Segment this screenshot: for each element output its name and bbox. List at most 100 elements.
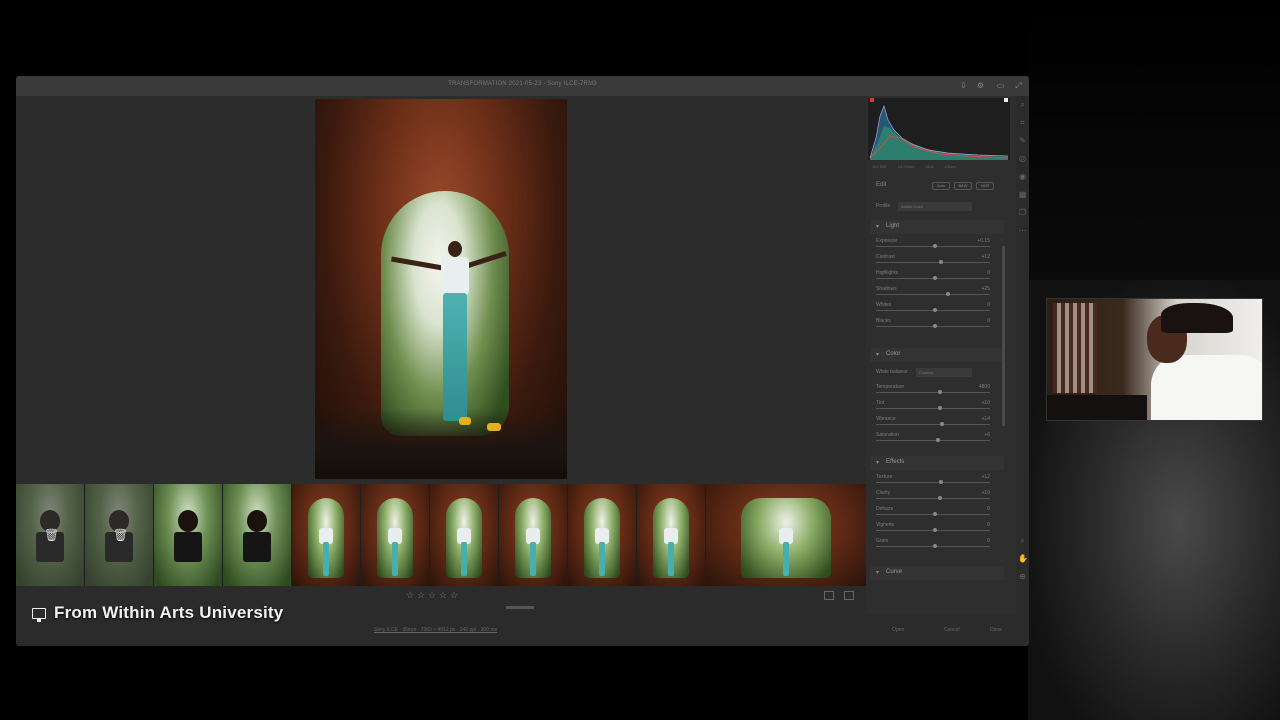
slider-knob[interactable] bbox=[940, 422, 944, 426]
slider-knob[interactable] bbox=[945, 292, 950, 296]
slider-knob[interactable] bbox=[938, 406, 942, 410]
slider-knob[interactable] bbox=[933, 244, 938, 248]
slider-value[interactable]: 0 bbox=[987, 506, 990, 512]
slider-track[interactable] bbox=[876, 482, 990, 483]
color-sampler-icon[interactable]: ⊕ bbox=[1018, 572, 1027, 581]
slider-value[interactable]: 0 bbox=[987, 302, 990, 308]
scrollbar-thumb[interactable] bbox=[506, 606, 534, 609]
more-icon[interactable]: ⋯ bbox=[1018, 226, 1027, 235]
star-icon[interactable]: ☆ bbox=[417, 590, 425, 601]
cancel-button[interactable]: Cancel bbox=[944, 627, 960, 633]
section-color[interactable]: ▾ Color bbox=[870, 348, 1004, 362]
slider-track[interactable] bbox=[876, 408, 990, 409]
slider-knob[interactable] bbox=[933, 276, 937, 280]
search-icon[interactable]: ⌕ bbox=[1018, 536, 1027, 545]
white-balance-select[interactable]: Custom bbox=[916, 368, 972, 377]
gear-icon[interactable]: ⚙ bbox=[976, 81, 985, 90]
slider-value[interactable]: 0 bbox=[987, 538, 990, 544]
slider-track[interactable] bbox=[876, 294, 990, 295]
slider-track[interactable] bbox=[876, 498, 990, 499]
panel-scrollbar[interactable] bbox=[1002, 246, 1005, 426]
cave-arch-thumb[interactable] bbox=[637, 484, 705, 586]
workflow-options-link[interactable]: Sony ILCE · 35mm · 7360 × 4912 px · 240 … bbox=[374, 627, 497, 633]
star-icon[interactable]: ☆ bbox=[428, 590, 436, 601]
hand-icon[interactable]: ✋ bbox=[1018, 554, 1028, 563]
adidas-shirt-thumb[interactable] bbox=[154, 484, 222, 586]
slider-blacks[interactable]: Blacks 0 bbox=[876, 318, 996, 330]
slider-saturation[interactable]: Saturation +6 bbox=[876, 432, 996, 444]
slider-knob[interactable] bbox=[936, 438, 940, 442]
slider-vibrance[interactable]: Vibrance +14 bbox=[876, 416, 996, 428]
zoom-icon[interactable]: ⌕ bbox=[1018, 100, 1027, 109]
star-icon[interactable]: ☆ bbox=[406, 590, 414, 601]
slider-value[interactable]: 4800 bbox=[979, 384, 990, 390]
slider-track[interactable] bbox=[876, 424, 990, 425]
filmstrip[interactable]: 🗑 🗑 bbox=[16, 484, 866, 586]
slider-clarity[interactable]: Clarity +10 bbox=[876, 490, 996, 502]
slider-value[interactable]: 0 bbox=[987, 318, 990, 324]
auto-button[interactable]: Auto bbox=[932, 182, 950, 190]
slider-knob[interactable] bbox=[933, 544, 937, 548]
cave-arch-wide-thumb[interactable] bbox=[706, 484, 866, 586]
redeye-icon[interactable]: ◉ bbox=[1018, 172, 1027, 181]
presets-icon[interactable]: ▦ bbox=[1018, 190, 1027, 199]
mask-icon[interactable]: ◎ bbox=[1018, 154, 1027, 163]
slider-value[interactable]: +12 bbox=[982, 474, 990, 480]
slider-track[interactable] bbox=[876, 392, 990, 393]
adidas-shirt-thumb[interactable]: 🗑 bbox=[85, 484, 153, 586]
slider-value[interactable]: +6 bbox=[984, 432, 990, 438]
cave-arch-thumb[interactable] bbox=[292, 484, 360, 586]
slider-whites[interactable]: Whites 0 bbox=[876, 302, 996, 314]
heal-icon[interactable]: ✎ bbox=[1018, 136, 1027, 145]
main-photo[interactable] bbox=[315, 99, 567, 479]
slider-texture[interactable]: Texture +12 bbox=[876, 474, 996, 486]
slider-track[interactable] bbox=[876, 262, 990, 263]
window-icon[interactable]: ▭ bbox=[996, 81, 1005, 90]
slider-temperature[interactable]: Temperature 4800 bbox=[876, 384, 996, 396]
slider-value[interactable]: +25 bbox=[982, 286, 990, 292]
slider-grain[interactable]: Grain 0 bbox=[876, 538, 996, 550]
slider-knob[interactable] bbox=[933, 324, 937, 328]
expand-icon[interactable]: ⤢ bbox=[1014, 81, 1023, 90]
hdr-button[interactable]: HDR bbox=[976, 182, 994, 190]
grid-view-icon[interactable] bbox=[844, 591, 854, 600]
slider-track[interactable] bbox=[876, 440, 990, 441]
slider-knob[interactable] bbox=[939, 260, 943, 264]
crop-icon[interactable]: ⌗ bbox=[1018, 118, 1027, 127]
slider-value[interactable]: +14 bbox=[982, 416, 990, 422]
cave-arch-thumb[interactable] bbox=[568, 484, 636, 586]
slider-tint[interactable]: Tint +10 bbox=[876, 400, 996, 412]
slider-value[interactable]: +0.15 bbox=[977, 238, 990, 244]
slider-value[interactable]: +10 bbox=[982, 400, 990, 406]
profile-select[interactable]: Adobe Color bbox=[898, 202, 972, 211]
section-effects[interactable]: ▾ Effects bbox=[870, 456, 1004, 470]
slider-highlights[interactable]: Highlights 0 bbox=[876, 270, 996, 282]
cave-arch-thumb[interactable] bbox=[430, 484, 498, 586]
star-icon[interactable]: ☆ bbox=[450, 590, 458, 601]
image-canvas[interactable] bbox=[16, 96, 866, 484]
slider-value[interactable]: +10 bbox=[982, 490, 990, 496]
slider-dehaze[interactable]: Dehaze 0 bbox=[876, 506, 996, 518]
filmstrip-view-icon[interactable] bbox=[824, 591, 834, 600]
slider-knob[interactable] bbox=[938, 496, 942, 500]
cave-arch-thumb[interactable] bbox=[499, 484, 567, 586]
slider-knob[interactable] bbox=[933, 308, 937, 312]
slider-value[interactable]: 0 bbox=[987, 522, 990, 528]
save-icon[interactable]: ⇩ bbox=[959, 81, 968, 90]
done-button[interactable]: Done bbox=[990, 627, 1002, 633]
slider-knob[interactable] bbox=[933, 528, 937, 532]
open-button[interactable]: Open bbox=[892, 627, 904, 633]
cave-arch-thumb[interactable] bbox=[361, 484, 429, 586]
slider-knob[interactable] bbox=[933, 512, 937, 516]
snapshot-icon[interactable]: ❐ bbox=[1018, 208, 1027, 217]
slider-exposure[interactable]: Exposure +0.15 bbox=[876, 238, 996, 250]
adidas-shirt-thumb[interactable] bbox=[223, 484, 291, 586]
star-icon[interactable]: ☆ bbox=[439, 590, 447, 601]
slider-contrast[interactable]: Contrast +12 bbox=[876, 254, 996, 266]
slider-knob[interactable] bbox=[939, 480, 943, 484]
bw-button[interactable]: B&W bbox=[954, 182, 972, 190]
slider-knob[interactable] bbox=[938, 390, 942, 394]
section-light[interactable]: ▾ Light bbox=[870, 220, 1004, 234]
slider-vignette[interactable]: Vignette 0 bbox=[876, 522, 996, 534]
section-curve[interactable]: ▾ Curve bbox=[870, 566, 1004, 580]
